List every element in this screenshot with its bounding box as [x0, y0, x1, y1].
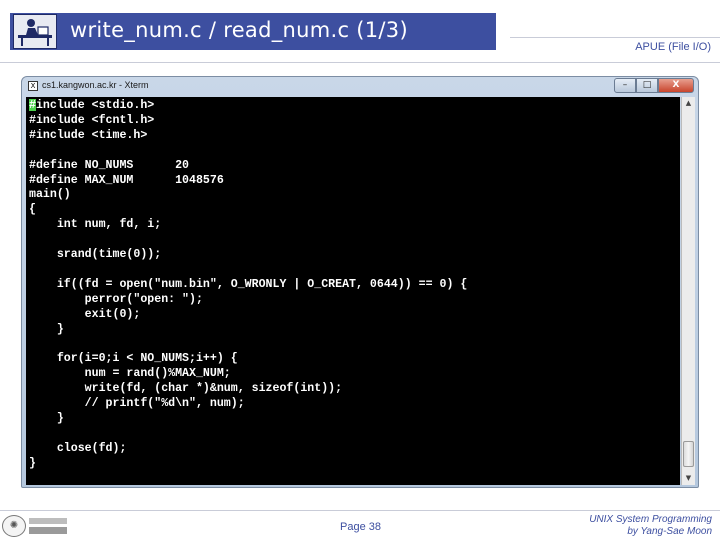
vertical-scrollbar[interactable]: ▲ ▼: [681, 97, 695, 485]
window-title: cs1.kangwon.ac.kr - Xterm: [42, 80, 149, 90]
window-controls: – □ X: [614, 78, 694, 94]
code-line: {: [29, 203, 36, 217]
code-line: #define NO_NUMS 20: [29, 158, 190, 172]
window-titlebar[interactable]: X cs1.kangwon.ac.kr - Xterm – □ X: [22, 77, 698, 96]
code-line: // printf("%d\n", num);: [29, 397, 245, 410]
section-label: APUE (File I/O): [635, 41, 711, 53]
code-line: }: [29, 322, 64, 336]
code-line: num = rand()%MAX_NUM;: [29, 367, 231, 381]
minimize-button[interactable]: –: [614, 78, 636, 93]
code-line: for(i=0;i < NO_NUMS;i++) {: [29, 352, 238, 366]
code-line: close(fd);: [29, 441, 127, 455]
scrollbar-thumb[interactable]: [683, 441, 694, 467]
university-logo: ✺: [2, 515, 70, 537]
arrow-up-icon[interactable]: ▲: [682, 97, 695, 110]
code-line: int num, fd, i;: [29, 218, 162, 232]
course-author: by Yang-Sae Moon: [627, 526, 712, 537]
code-line: }: [29, 456, 36, 470]
code-line: perror("open: ");: [29, 292, 203, 306]
header-divider: [0, 62, 720, 63]
page-title: write_num.c / read_num.c (1/3): [70, 18, 408, 42]
footer-divider: [0, 510, 720, 511]
code-line: #include <time.h>: [29, 128, 148, 142]
code-line: write(fd, (char *)&num, sizeof(int));: [29, 382, 343, 396]
code-line: #define MAX_NUM 1048576: [29, 173, 224, 187]
person-at-desk-icon: [13, 14, 57, 49]
page-number: Page 38: [340, 521, 381, 533]
code-line: srand(time(0));: [29, 248, 162, 261]
university-logo-text: [29, 516, 69, 539]
close-button[interactable]: X: [658, 78, 694, 93]
code-line: #include <stdio.h>: [29, 99, 155, 112]
emblem-icon: ✺: [2, 515, 26, 537]
code-line: #include <fcntl.h>: [29, 113, 155, 127]
maximize-button[interactable]: □: [636, 78, 658, 93]
arrow-down-icon[interactable]: ▼: [682, 472, 695, 485]
code-line: main(): [29, 188, 71, 202]
code-line: exit(0);: [29, 307, 141, 321]
xterm-window[interactable]: X cs1.kangwon.ac.kr - Xterm – □ X #inclu…: [21, 76, 699, 488]
terminal-content[interactable]: #include <stdio.h> #include <fcntl.h> #inc…: [26, 97, 680, 485]
code-line: }: [29, 411, 64, 425]
course-footer: UNIX System Programming by Yang-Sae Moon: [589, 514, 712, 538]
xterm-app-icon[interactable]: X: [28, 81, 38, 91]
code-line: if((fd = open("num.bin", O_WRONLY | O_CR…: [29, 277, 468, 291]
course-name: UNIX System Programming: [589, 514, 712, 525]
